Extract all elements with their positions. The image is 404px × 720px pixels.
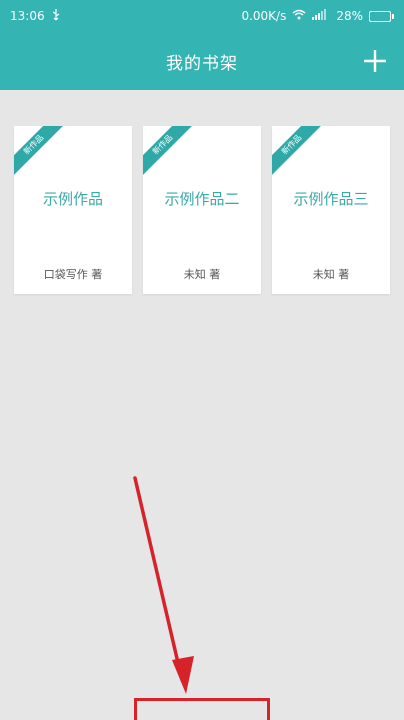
plus-icon [364, 50, 386, 72]
battery-percent: 28% [336, 9, 363, 23]
book-card[interactable]: 新作品 示例作品二 未知 著 [143, 126, 261, 294]
new-work-badge: 新作品 [272, 126, 328, 182]
annotation-highlight-box [134, 698, 270, 720]
new-work-badge: 新作品 [14, 126, 70, 182]
signal-icon [312, 9, 330, 23]
network-speed: 0.00K/s [241, 9, 287, 23]
bookshelf-area: 新作品 示例作品 口袋写作 著 新作品 示例作品二 未知 著 新作品 示例作品三… [0, 90, 404, 720]
app-bar: 我的书架 [0, 32, 404, 90]
page-title: 我的书架 [166, 53, 238, 74]
book-author: 未知 著 [183, 268, 221, 281]
status-bar: 13:06 0.00K/s 28% [0, 0, 404, 32]
battery-icon [369, 10, 394, 22]
usb-icon [51, 8, 61, 24]
book-title: 示例作品 [42, 190, 103, 208]
add-book-button[interactable] [360, 46, 390, 76]
status-time: 13:06 [10, 9, 45, 23]
book-card[interactable]: 新作品 示例作品三 未知 著 [272, 126, 390, 294]
book-author: 口袋写作 著 [43, 268, 103, 281]
wifi-icon [292, 9, 306, 23]
status-left: 13:06 [10, 8, 61, 24]
book-title: 示例作品二 [164, 190, 240, 208]
book-title: 示例作品三 [293, 190, 369, 208]
new-work-badge: 新作品 [143, 126, 199, 182]
book-author: 未知 著 [312, 268, 350, 281]
status-right: 0.00K/s 28% [241, 9, 394, 23]
book-card[interactable]: 新作品 示例作品 口袋写作 著 [14, 126, 132, 294]
